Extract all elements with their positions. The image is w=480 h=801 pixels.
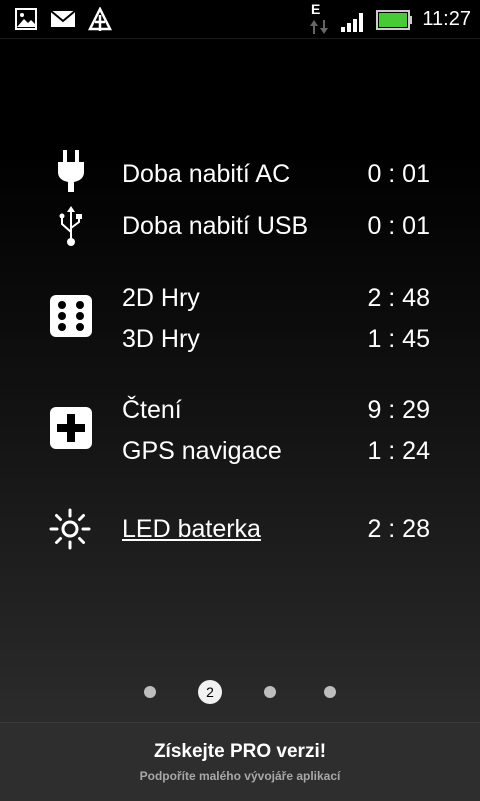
promo-subtitle: Podpoříte malého vývojáře aplikací: [139, 769, 341, 783]
list-item-reading[interactable]: Čtení 9 : 29: [0, 388, 480, 449]
promo-title: Získejte PRO verzi!: [153, 741, 327, 762]
battery-icon: [376, 10, 412, 30]
list-item-3d-games[interactable]: 3D Hry 1 : 45: [0, 317, 480, 361]
list-item-2d-games[interactable]: 2D Hry 2 : 48: [0, 276, 480, 337]
sun-icon: [49, 508, 91, 550]
page-dot-active[interactable]: 2: [198, 680, 222, 704]
plug-icon: [58, 150, 84, 192]
item-label: Čtení: [122, 396, 182, 424]
data-arrows-icon: [310, 20, 328, 34]
item-label: Doba nabití USB: [122, 212, 309, 240]
list-item-led-torch[interactable]: LED baterka 2 : 28: [0, 507, 480, 551]
item-label: 2D Hry: [122, 284, 200, 312]
signal-icon: [341, 13, 363, 32]
list-item-usb-charge[interactable]: Doba nabití USB 0 : 01: [0, 204, 480, 248]
page-indicator: 2: [0, 680, 480, 704]
promo-banner[interactable]: Získejte PRO verzi! Podpoříte malého výv…: [0, 722, 480, 801]
item-value: 0 : 01: [367, 212, 430, 240]
item-label: GPS navigace: [122, 437, 282, 465]
led-torch-link[interactable]: LED baterka: [122, 515, 261, 544]
item-value: 2 : 48: [367, 284, 430, 312]
page-dot[interactable]: [324, 686, 336, 698]
page-dot[interactable]: [144, 686, 156, 698]
upload-tree-icon: [88, 7, 112, 31]
mail-icon: [50, 10, 76, 27]
usb-icon: [59, 206, 82, 246]
item-value: 9 : 29: [367, 396, 430, 424]
image-icon: [15, 8, 37, 30]
page-dot[interactable]: [264, 686, 276, 698]
item-value: 1 : 24: [367, 437, 430, 465]
item-value: 2 : 28: [367, 515, 430, 543]
list-item-gps[interactable]: GPS navigace 1 : 24: [0, 429, 480, 473]
item-value: 1 : 45: [367, 325, 430, 353]
status-bar: E 11:27: [0, 0, 480, 39]
item-label: 3D Hry: [122, 325, 200, 353]
item-value: 0 : 01: [367, 160, 430, 188]
clock: 11:27: [422, 8, 471, 30]
list-item-ac-charge[interactable]: Doba nabití AC 0 : 01: [0, 150, 480, 196]
item-label: Doba nabití AC: [122, 160, 291, 188]
network-type: E: [311, 1, 321, 17]
